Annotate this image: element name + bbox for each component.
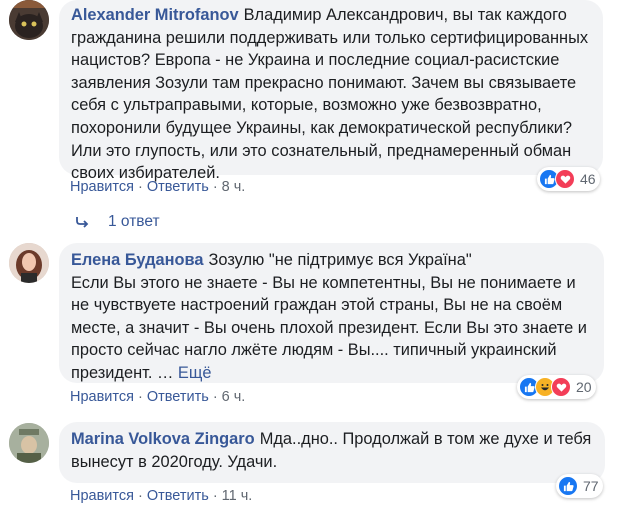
like-icon (558, 476, 578, 496)
reply-button[interactable]: Ответить (147, 179, 209, 195)
comment-actions: Нравится · Ответить · 6 ч. (70, 389, 246, 405)
view-replies-link[interactable]: 1 ответ (76, 213, 160, 231)
reactions-summary[interactable]: 77 (556, 474, 603, 498)
reactions-summary[interactable]: 20 (517, 375, 596, 399)
reply-button[interactable]: Ответить (147, 488, 209, 504)
avatar[interactable] (9, 423, 49, 463)
comment-time[interactable]: 8 ч. (222, 179, 246, 195)
profile-avatar-image (9, 423, 49, 463)
see-more-link[interactable]: Ещё (178, 364, 212, 382)
comment-bubble: Marina Volkova Zingaro Мда..дно.. Продолж… (59, 422, 605, 483)
reaction-count: 20 (576, 379, 592, 395)
comment-author[interactable]: Alexander Mitrofanov (71, 6, 239, 24)
love-icon (555, 169, 575, 189)
like-button[interactable]: Нравится (70, 389, 134, 405)
comment-bubble: Елена Буданова Зозулю "не підтримує вся У… (59, 243, 604, 383)
comment-actions: Нравится · Ответить · 11 ч. (70, 488, 253, 504)
comment-text: Если Вы этого не знаете - Вы не компетен… (71, 273, 587, 382)
comment-bubble: Alexander Mitrofanov Владимир Александров… (59, 0, 603, 182)
comment-author[interactable]: Marina Volkova Zingaro (71, 430, 255, 448)
cat-avatar-image (9, 0, 49, 40)
comment-actions: Нравится · Ответить · 8 ч. (70, 179, 246, 195)
comment-time[interactable]: 6 ч. (222, 389, 246, 405)
reply-button[interactable]: Ответить (147, 389, 209, 405)
like-button[interactable]: Нравится (70, 488, 134, 504)
comment-time[interactable]: 11 ч. (222, 488, 253, 504)
comment-text-first: Зозулю "не підтримує вся Україна" (208, 251, 472, 269)
reaction-count: 46 (580, 171, 596, 187)
woman-avatar-image (9, 243, 49, 283)
like-button[interactable]: Нравится (70, 179, 134, 195)
avatar[interactable] (9, 0, 49, 40)
love-icon (551, 377, 571, 397)
replies-count[interactable]: 1 ответ (108, 213, 160, 231)
reply-arrow-icon (76, 217, 89, 228)
avatar[interactable] (9, 243, 49, 283)
reactions-summary[interactable]: 46 (537, 167, 600, 191)
comment-text: Владимир Александрович, вы так каждого г… (71, 6, 589, 183)
comment-author[interactable]: Елена Буданова (71, 251, 204, 269)
reaction-count: 77 (583, 478, 599, 494)
